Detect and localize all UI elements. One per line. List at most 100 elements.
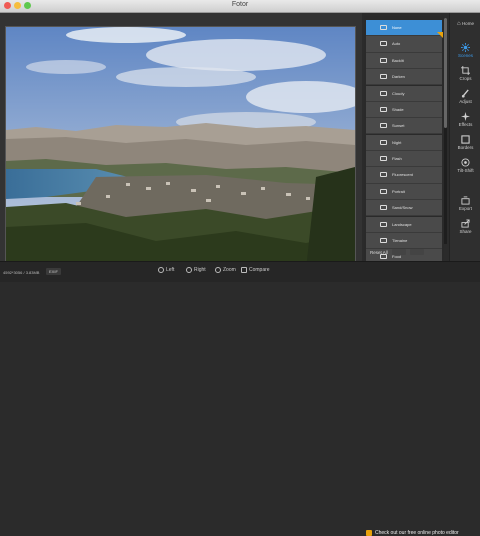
sidebar-item-label: Adjust: [459, 99, 472, 104]
rotate-left-button[interactable]: Left: [158, 267, 174, 273]
scene-thumbnail-icon: [380, 139, 387, 145]
scene-item-darken[interactable]: Darken: [366, 69, 442, 86]
tilt-shift-icon: [461, 158, 470, 167]
scene-item-flash[interactable]: Flash: [366, 151, 442, 168]
scene-item-label: Sand/Snow: [392, 205, 413, 211]
scene-item-label: Food: [392, 254, 402, 260]
scene-item-sunset[interactable]: Sunset: [366, 118, 442, 135]
zoom-label: Zoom: [223, 267, 236, 273]
scene-item-label: Tlenaine: [392, 237, 408, 243]
scene-item-night[interactable]: Night: [366, 134, 442, 151]
sidebar-item-label: Export: [458, 206, 472, 211]
sidebar-item-export[interactable]: Export: [450, 196, 480, 211]
title-bar: Fotor: [0, 0, 480, 13]
scene-thumbnail-icon: [380, 74, 387, 80]
scene-thumbnail-icon: [380, 25, 387, 31]
exif-button[interactable]: EXIF: [46, 268, 61, 275]
reset-all-button[interactable]: Reset All: [368, 249, 390, 256]
scene-item-cloudy[interactable]: Cloudy: [366, 85, 442, 102]
scene-item-label: Landscape: [392, 221, 412, 227]
frame-icon: [461, 135, 470, 144]
sidebar-item-crops[interactable]: Crops: [450, 66, 480, 81]
scene-item-label: Fluorescent: [392, 172, 413, 178]
scene-thumbnail-icon: [380, 90, 387, 96]
scene-item-label: Flash: [392, 156, 402, 162]
sidebar-item-home[interactable]: ⌂ Home: [450, 21, 480, 27]
share-icon: [461, 219, 470, 228]
gift-icon: [366, 530, 372, 536]
scenes-panel: None Auto Backlit Darken Cloudy Shade Su…: [364, 16, 444, 266]
scene-thumbnail-icon: [380, 106, 387, 112]
scene-thumbnail-icon: [380, 205, 387, 211]
promo-text: Check out our free online photo editor: [375, 530, 459, 536]
pro-badge-icon: [437, 32, 443, 38]
sparkle-icon: [461, 112, 470, 121]
zoom-icon: [215, 267, 221, 273]
undo-button[interactable]: [392, 249, 406, 255]
scene-thumbnail-icon: [380, 123, 387, 129]
scene-item-sand-snow[interactable]: Sand/Snow: [366, 200, 442, 217]
rotate-right-icon: [186, 267, 192, 273]
sidebar-item-label: Share: [459, 229, 472, 234]
scene-item-label: Backlit: [392, 57, 404, 63]
scene-item-backlit[interactable]: Backlit: [366, 52, 442, 69]
brush-icon: [461, 89, 469, 98]
sidebar-item-label: Effects: [458, 122, 473, 127]
sidebar-item-label: Tilt-Shift: [457, 168, 474, 173]
redo-button[interactable]: [410, 249, 424, 255]
photo-preview[interactable]: [5, 26, 356, 270]
compare-button[interactable]: Compare: [241, 267, 270, 273]
sidebar-item-share[interactable]: Share: [450, 219, 480, 234]
scene-item-label: Shade: [392, 106, 404, 112]
scene-item-label: Sunset: [392, 123, 405, 129]
sidebar-item-borders[interactable]: Borders: [450, 135, 480, 150]
rotate-left-icon: [158, 267, 164, 273]
scene-item-auto[interactable]: Auto: [366, 36, 442, 53]
zoom-button[interactable]: Zoom: [215, 267, 236, 273]
scene-thumbnail-icon: [380, 221, 387, 227]
scrollbar-thumb[interactable]: [444, 18, 447, 128]
scene-thumbnail-icon: [380, 57, 387, 63]
scene-item-landscape[interactable]: Landscape: [366, 216, 442, 233]
sidebar-item-label: Scenes: [457, 53, 473, 58]
scene-item-label: None: [392, 25, 402, 31]
sidebar-item-label: Crops: [459, 76, 472, 81]
sidebar-item-label: Borders: [457, 145, 474, 150]
sidebar-item-label: Home: [461, 21, 474, 27]
scene-item-none[interactable]: None: [366, 20, 442, 37]
scene-item-fluorescent[interactable]: Fluorescent: [366, 167, 442, 184]
scene-thumbnail-icon: [380, 41, 387, 47]
rotate-right-label: Right: [194, 267, 206, 273]
sidebar-item-adjust[interactable]: Adjust: [450, 89, 480, 104]
window-title: Fotor: [231, 1, 249, 8]
promo-link[interactable]: Check out our free online photo editor: [366, 530, 459, 536]
scene-thumbnail-icon: [380, 237, 387, 243]
scene-thumbnail-icon: [380, 156, 387, 162]
home-icon: ⌂: [457, 21, 461, 27]
sidebar-item-effects[interactable]: Effects: [450, 112, 480, 127]
scenes-icon: [461, 43, 470, 52]
scene-item-tlenaine[interactable]: Tlenaine: [366, 232, 442, 250]
compare-icon: [241, 267, 247, 273]
scene-item-label: Cloudy: [392, 90, 405, 96]
scene-item-label: Darken: [392, 74, 405, 80]
export-icon: [461, 196, 470, 205]
scene-item-portrait[interactable]: Portrait: [366, 183, 442, 200]
scene-item-label: Night: [392, 139, 402, 145]
image-dimensions: 4592*3056 / 3.83MB: [3, 270, 40, 275]
sidebar-item-tilt-shift[interactable]: Tilt-Shift: [450, 158, 480, 173]
rotate-left-label: Left: [166, 267, 175, 273]
crop-icon: [461, 66, 470, 75]
scene-list: None Auto Backlit Darken Cloudy Shade Su…: [366, 20, 442, 266]
compare-label: Compare: [249, 267, 270, 273]
scene-item-label: Auto: [392, 41, 401, 47]
rotate-right-button[interactable]: Right: [186, 267, 206, 273]
sidebar-item-scenes[interactable]: Scenes: [450, 43, 480, 58]
photo-canvas[interactable]: [0, 13, 362, 270]
scene-item-label: Portrait: [392, 188, 405, 194]
scene-item-shade[interactable]: Shade: [366, 101, 442, 119]
scene-thumbnail-icon: [380, 172, 387, 178]
scene-thumbnail-icon: [380, 188, 387, 194]
scene-scrollbar[interactable]: [444, 18, 447, 244]
module-sidebar: ⌂ Home Scenes Crops Adjust Effects Borde…: [449, 13, 480, 261]
